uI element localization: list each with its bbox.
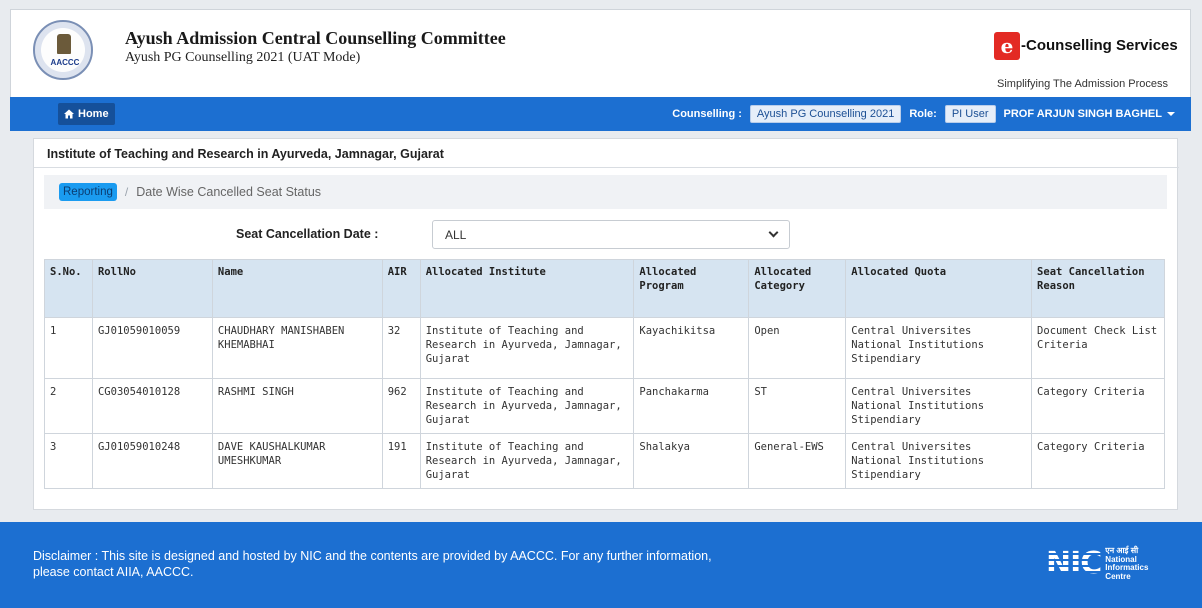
org-subtitle: Ayush PG Counselling 2021 (UAT Mode) <box>125 50 361 65</box>
nic-logo: NIC एन आई सी National Informatics Centre <box>1046 544 1158 584</box>
col-header: AIR <box>381 259 421 318</box>
nic-mark: NIC <box>1046 546 1102 581</box>
col-header: Allocated Program <box>633 259 750 318</box>
role-label: Role: <box>909 108 937 120</box>
cell-rollno: GJ01059010248 <box>91 433 213 489</box>
table-row: 3 GJ01059010248 DAVE KAUSHALKUMAR UMESHK… <box>44 433 1165 489</box>
seal-text: AACCC <box>50 58 80 67</box>
cell-name: CHAUDHARY MANISHABEN KHEMABHAI <box>211 317 383 379</box>
e-counselling-logo: e -Counselling Services Simplifying The … <box>988 32 1178 94</box>
nav-right-group: Counselling : Ayush PG Counselling 2021 … <box>672 103 1175 125</box>
cell-reason: Category Criteria <box>1031 378 1165 434</box>
user-name: PROF ARJUN SINGH BAGHEL <box>1003 108 1163 120</box>
home-icon <box>64 109 74 119</box>
cell-air: 962 <box>381 378 421 434</box>
role-badge: PI User <box>944 105 996 123</box>
cell-quota: Central Universites National Institution… <box>845 433 1033 489</box>
cell-sno: 2 <box>44 378 93 434</box>
site-footer: Disclaimer : This site is designed and h… <box>0 522 1202 608</box>
col-header: Name <box>211 259 383 318</box>
brand-name: -Counselling Services <box>1021 37 1178 54</box>
aaccc-seal-logo: AACCC <box>33 20 93 80</box>
seat-cancellation-date-label: Seat Cancellation Date : <box>236 227 379 241</box>
user-menu-dropdown[interactable]: PROF ARJUN SINGH BAGHEL <box>1003 108 1175 120</box>
table-row: 2 CG03054010128 RASHMI SINGH 962 Institu… <box>44 378 1165 434</box>
cell-reason: Category Criteria <box>1031 433 1165 489</box>
institute-title: Institute of Teaching and Research in Ay… <box>47 147 444 161</box>
counselling-label: Counselling : <box>672 108 742 120</box>
cell-category: General-EWS <box>748 433 847 489</box>
cell-institute: Institute of Teaching and Research in Ay… <box>419 317 635 379</box>
site-header: AACCC Ayush Admission Central Counsellin… <box>10 9 1191 97</box>
cell-air: 191 <box>381 433 421 489</box>
cell-institute: Institute of Teaching and Research in Ay… <box>419 433 635 489</box>
breadcrumb: Reporting / Date Wise Cancelled Seat Sta… <box>44 175 1167 209</box>
col-header: Allocated Quota <box>845 259 1033 318</box>
col-header: RollNo <box>91 259 213 318</box>
nav-home-label: Home <box>78 108 109 120</box>
cell-category: Open <box>748 317 847 379</box>
cell-name: DAVE KAUSHALKUMAR UMESHKUMAR <box>211 433 383 489</box>
col-header: Allocated Category <box>748 259 847 318</box>
cell-sno: 1 <box>44 317 93 379</box>
cell-name: RASHMI SINGH <box>211 378 383 434</box>
title-divider <box>34 167 1179 168</box>
cell-rollno: CG03054010128 <box>91 378 213 434</box>
cell-category: ST <box>748 378 847 434</box>
cell-quota: Central Universites National Institution… <box>845 378 1033 434</box>
caret-down-icon <box>1167 112 1175 116</box>
col-header: Allocated Institute <box>419 259 635 318</box>
cell-rollno: GJ01059010059 <box>91 317 213 379</box>
breadcrumb-current: Date Wise Cancelled Seat Status <box>136 185 322 199</box>
nav-home-link[interactable]: Home <box>58 103 115 125</box>
counselling-badge: Ayush PG Counselling 2021 <box>749 105 902 123</box>
select-value: ALL <box>445 227 467 242</box>
nic-text-line: Centre <box>1105 571 1131 581</box>
breadcrumb-reporting-link[interactable]: Reporting <box>59 183 117 201</box>
brand-tagline: Simplifying The Admission Process <box>997 78 1168 90</box>
nic-text-block: एन आई सी National Informatics Centre <box>1105 546 1148 581</box>
cancelled-seat-table: S.No. RollNo Name AIR Allocated Institut… <box>44 259 1165 489</box>
cell-program: Panchakarma <box>633 378 750 434</box>
breadcrumb-separator: / <box>124 185 129 199</box>
chevron-down-icon <box>768 227 779 238</box>
cell-sno: 3 <box>44 433 93 489</box>
navbar: Home Counselling : Ayush PG Counselling … <box>10 97 1191 131</box>
cell-program: Shalakya <box>633 433 750 489</box>
org-title: Ayush Admission Central Counselling Comm… <box>125 28 506 48</box>
table-row: 1 GJ01059010059 CHAUDHARY MANISHABEN KHE… <box>44 317 1165 379</box>
col-header: Seat Cancellation Reason <box>1031 259 1165 318</box>
e-counselling-icon: e <box>994 32 1020 60</box>
table-header-row: S.No. RollNo Name AIR Allocated Institut… <box>44 259 1165 318</box>
cell-air: 32 <box>381 317 421 379</box>
footer-disclaimer: Disclaimer : This site is designed and h… <box>33 549 712 579</box>
cell-quota: Central Universites National Institution… <box>845 317 1033 379</box>
col-header: S.No. <box>44 259 93 318</box>
app-root: AACCC Ayush Admission Central Counsellin… <box>0 0 1202 608</box>
cell-program: Kayachikitsa <box>633 317 750 379</box>
national-emblem-icon <box>57 34 71 54</box>
main-panel: Institute of Teaching and Research in Ay… <box>33 138 1179 510</box>
seat-cancellation-date-select[interactable]: ALL <box>432 220 790 249</box>
cell-institute: Institute of Teaching and Research in Ay… <box>419 378 635 434</box>
cell-reason: Document Check List Criteria <box>1031 317 1165 379</box>
